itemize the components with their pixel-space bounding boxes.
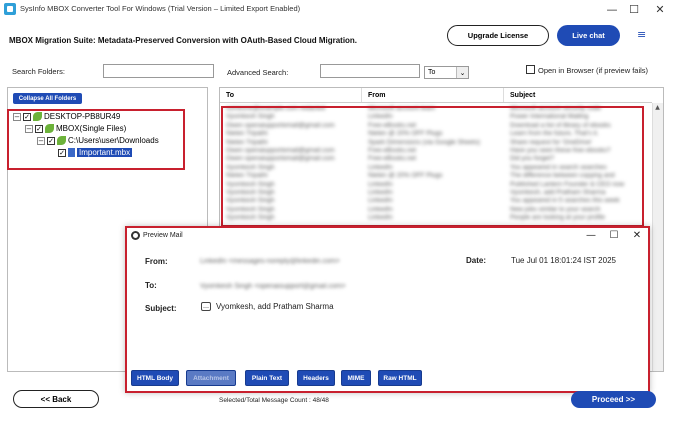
search-field-select-value: To [428,69,436,76]
preview-close-button[interactable]: ✕ [628,228,646,242]
upgrade-license-button[interactable]: Upgrade License [447,25,549,46]
app-logo-icon [4,3,16,15]
search-folders-input[interactable] [103,64,214,78]
tree-node-checkbox[interactable]: ✓ [23,112,31,121]
raw-html-button[interactable]: Raw HTML [378,370,422,386]
collapse-all-folders-button[interactable]: Collapse All Folders [13,93,82,104]
preview-maximize-button[interactable]: ☐ [605,228,623,242]
file-icon [68,148,75,157]
preview-minimize-button[interactable]: — [582,228,600,242]
grid-header: To From Subject [220,88,652,103]
date-label: Date: [466,256,487,265]
plain-text-button[interactable]: Plain Text [245,370,289,386]
tree-node-downloads[interactable]: − ✓ C:\Users\user\Downloads [37,136,159,145]
chat-bubble-icon: … [201,302,211,311]
tree-node-checkbox[interactable]: ✓ [35,124,43,133]
maximize-button[interactable]: ☐ [624,2,644,16]
attachment-button[interactable]: Attachment [186,370,236,386]
open-in-browser-label: Open in Browser (if preview fails) [538,66,649,75]
subject-label: Subject: [145,304,177,313]
preview-window-icon [131,231,140,240]
window-title: SysInfo MBOX Converter Tool For Windows … [20,4,301,13]
folder-icon [33,112,42,121]
advanced-search-label: Advanced Search: [227,68,289,77]
page-title: MBOX Migration Suite: Metadata-Preserved… [9,36,358,45]
search-folders-label: Search Folders: [12,67,65,76]
column-header-from[interactable]: From [362,88,504,102]
tree-node-checkbox[interactable]: ✓ [58,148,66,157]
tree-node-checkbox[interactable]: ✓ [47,136,55,145]
html-body-button[interactable]: HTML Body [131,370,179,386]
proceed-button[interactable]: Proceed >> [571,391,656,408]
tree-node-important-mbx[interactable]: ✓ Important.mbx [58,148,133,157]
date-value: Tue Jul 01 18:01:24 IST 2025 [511,256,616,265]
headers-button[interactable]: Headers [297,370,335,386]
folder-icon [57,136,66,145]
tree-node-mbox[interactable]: − ✓ MBOX(Single Files) [25,124,126,133]
back-button[interactable]: << Back [13,390,99,408]
collapse-icon[interactable]: − [37,136,45,145]
from-value: LinkedIn <messages-noreply@linkedin.com> [200,258,340,265]
search-field-select[interactable]: To ⌄ [424,66,469,79]
advanced-search-input[interactable] [320,64,420,78]
scroll-up-icon[interactable]: ▲ [652,104,663,114]
message-count: Selected/Total Message Count : 48/48 [219,397,329,404]
column-header-subject[interactable]: Subject [504,88,652,102]
tree-node-label: MBOX(Single Files) [56,124,127,133]
live-chat-button[interactable]: Live chat [557,25,620,46]
tree-node-label: DESKTOP-PB8UR49 [44,112,121,121]
tree-node-label: Important.mbx [77,148,133,157]
to-value: Vyomkesh Singh <openaisupport@gmail.com> [200,283,346,290]
column-header-to[interactable]: To [220,88,362,102]
folder-icon [45,124,54,133]
collapse-icon[interactable]: − [25,124,33,133]
grid-highlight-box [221,106,644,227]
from-label: From: [145,257,168,266]
chevron-down-icon: ⌄ [456,67,468,78]
menu-icon[interactable]: ≡ [637,28,646,41]
open-in-browser-checkbox[interactable] [526,65,535,74]
mime-button[interactable]: MIME [341,370,371,386]
tree-node-label: C:\Users\user\Downloads [68,136,159,145]
to-label: To: [145,281,157,290]
close-button[interactable]: ✕ [650,2,670,16]
preview-window-title: Preview Mail [143,232,183,239]
minimize-button[interactable]: — [602,2,622,16]
collapse-icon[interactable]: − [13,112,21,121]
tree-node-desktop[interactable]: − ✓ DESKTOP-PB8UR49 [13,112,120,121]
subject-value: Vyomkesh, add Pratham Sharma [216,302,334,311]
grid-scrollbar[interactable] [652,103,663,371]
